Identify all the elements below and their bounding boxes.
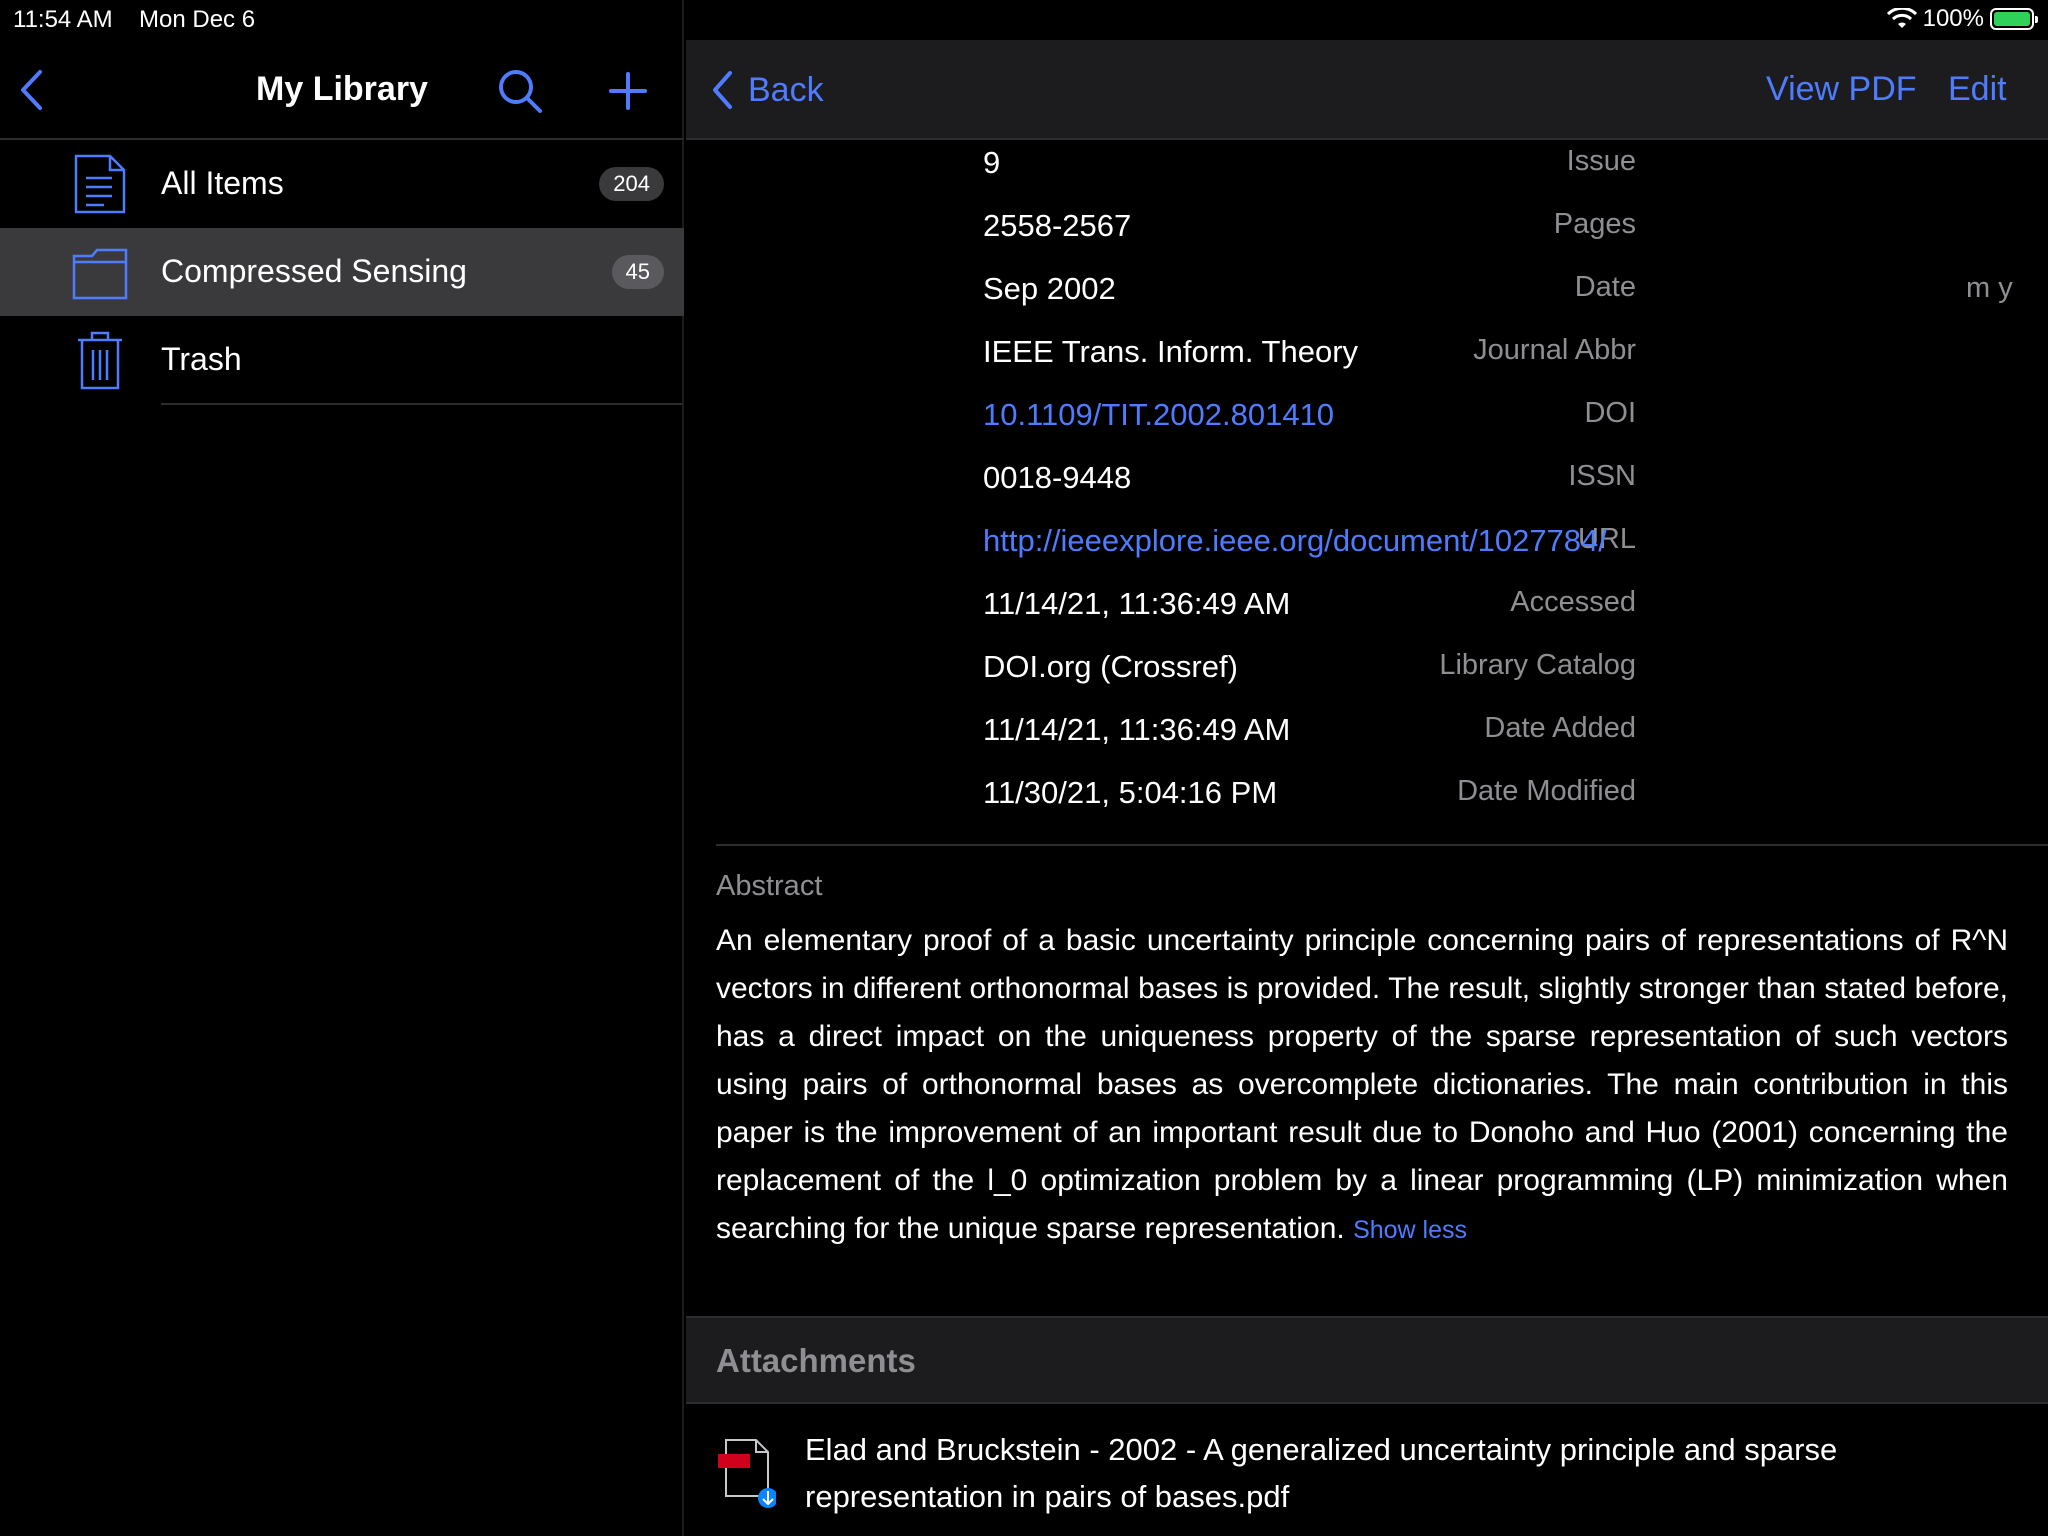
field-label: DOI (1584, 397, 1636, 429)
field-pages: Pages 2558-2567 (686, 208, 2048, 270)
field-value: 11/14/21, 11:36:49 AM (983, 712, 1291, 747)
field-label: Journal Abbr (1473, 334, 1636, 366)
folder-icon (72, 248, 128, 300)
date-format-hint: m y (1966, 272, 2013, 304)
sidebar-item-label: All Items (161, 165, 284, 201)
count-badge: 204 (599, 167, 664, 201)
field-date-added: Date Added 11/14/21, 11:36:49 AM (686, 712, 2048, 774)
field-value: 2558-2567 (983, 208, 1132, 243)
abstract-body: An elementary proof of a basic uncertain… (716, 924, 2008, 1245)
field-date-modified: Date Modified 11/30/21, 5:04:16 PM (686, 775, 2048, 837)
status-date: Mon Dec 6 (139, 6, 256, 33)
detail-nav-bar: Back View PDF Edit (686, 40, 2048, 140)
field-url: URL http://ieeexplore.ieee.org/document/… (686, 523, 2048, 585)
list-divider (161, 403, 682, 405)
section-divider (716, 844, 2048, 846)
show-less-link[interactable]: Show less (1353, 1216, 1467, 1244)
count-badge: 45 (611, 255, 664, 289)
view-pdf-button[interactable]: View PDF (1766, 70, 1917, 109)
status-bar: 11:54 AM Mon Dec 6 100% (0, 0, 2048, 40)
pdf-file-icon (718, 1439, 776, 1508)
abstract-text: An elementary proof of a basic uncertain… (716, 917, 2008, 1254)
attachments-header: Attachments (686, 1316, 2048, 1404)
attachment-name: Elad and Bruckstein - 2002 - A generaliz… (805, 1432, 1838, 1514)
status-right: 100% (1886, 5, 2038, 33)
field-label: Accessed (1510, 586, 1636, 618)
sidebar-item-label: Compressed Sensing (161, 253, 467, 289)
sidebar-item-label: Trash (161, 341, 242, 377)
field-label: Date Added (1484, 712, 1636, 744)
sidebar-nav-bar: My Library (0, 40, 684, 140)
sidebar-item-trash[interactable]: Trash (0, 316, 684, 404)
field-value: 11/30/21, 5:04:16 PM (983, 775, 1278, 810)
battery-icon (1990, 8, 2038, 30)
field-value: 0018-9448 (983, 460, 1132, 495)
field-issn: ISSN 0018-9448 (686, 460, 2048, 522)
field-label: Issue (1566, 145, 1636, 177)
search-icon[interactable] (497, 68, 543, 114)
field-label: Library Catalog (1439, 649, 1636, 681)
field-journal-abbr: Journal Abbr IEEE Trans. Inform. Theory (686, 334, 2048, 396)
attachment-row[interactable]: Elad and Bruckstein - 2002 - A generaliz… (686, 1406, 2048, 1536)
sidebar: My Library All Items 204 Compressed Sens… (0, 0, 684, 1536)
field-label: Date Modified (1457, 775, 1636, 807)
field-value: DOI.org (Crossref) (983, 649, 1238, 684)
status-time: 11:54 AM (13, 6, 113, 33)
document-icon (74, 154, 126, 214)
plus-icon[interactable] (609, 72, 647, 110)
field-issue: Issue 9 (686, 145, 2048, 207)
field-label: Date (1574, 271, 1636, 303)
field-value: Sep 2002 (983, 271, 1116, 306)
field-value: IEEE Trans. Inform. Theory (983, 334, 1359, 369)
back-label: Back (748, 70, 824, 109)
wifi-icon (1886, 8, 1917, 28)
field-accessed: Accessed 11/14/21, 11:36:49 AM (686, 586, 2048, 648)
edit-button[interactable]: Edit (1948, 70, 2007, 109)
url-link[interactable]: http://ieeexplore.ieee.org/document/1027… (983, 523, 1607, 559)
field-label: Pages (1553, 208, 1636, 240)
back-button[interactable]: Back (710, 70, 824, 110)
sidebar-title: My Library (256, 70, 428, 108)
field-date: Date Sep 2002 (686, 271, 2048, 333)
field-value: 11/14/21, 11:36:49 AM (983, 586, 1291, 621)
abstract-label: Abstract (716, 870, 823, 902)
sidebar-item-all-items[interactable]: All Items 204 (0, 140, 684, 228)
field-value: 9 (983, 145, 1001, 180)
field-doi: DOI 10.1109/TIT.2002.801410 (686, 397, 2048, 459)
field-label: ISSN (1568, 460, 1636, 492)
item-detail-pane: Back View PDF Edit Issue 9 Pages 2558-25… (686, 0, 2048, 1536)
doi-link[interactable]: 10.1109/TIT.2002.801410 (983, 397, 1334, 433)
chevron-left-icon (713, 71, 732, 109)
trash-icon (78, 331, 122, 390)
attachments-title: Attachments (716, 1342, 916, 1379)
sidebar-item-compressed-sensing[interactable]: Compressed Sensing 45 (0, 228, 684, 316)
battery-percent: 100% (1922, 5, 1984, 32)
field-library-catalog: Library Catalog DOI.org (Crossref) (686, 649, 2048, 711)
